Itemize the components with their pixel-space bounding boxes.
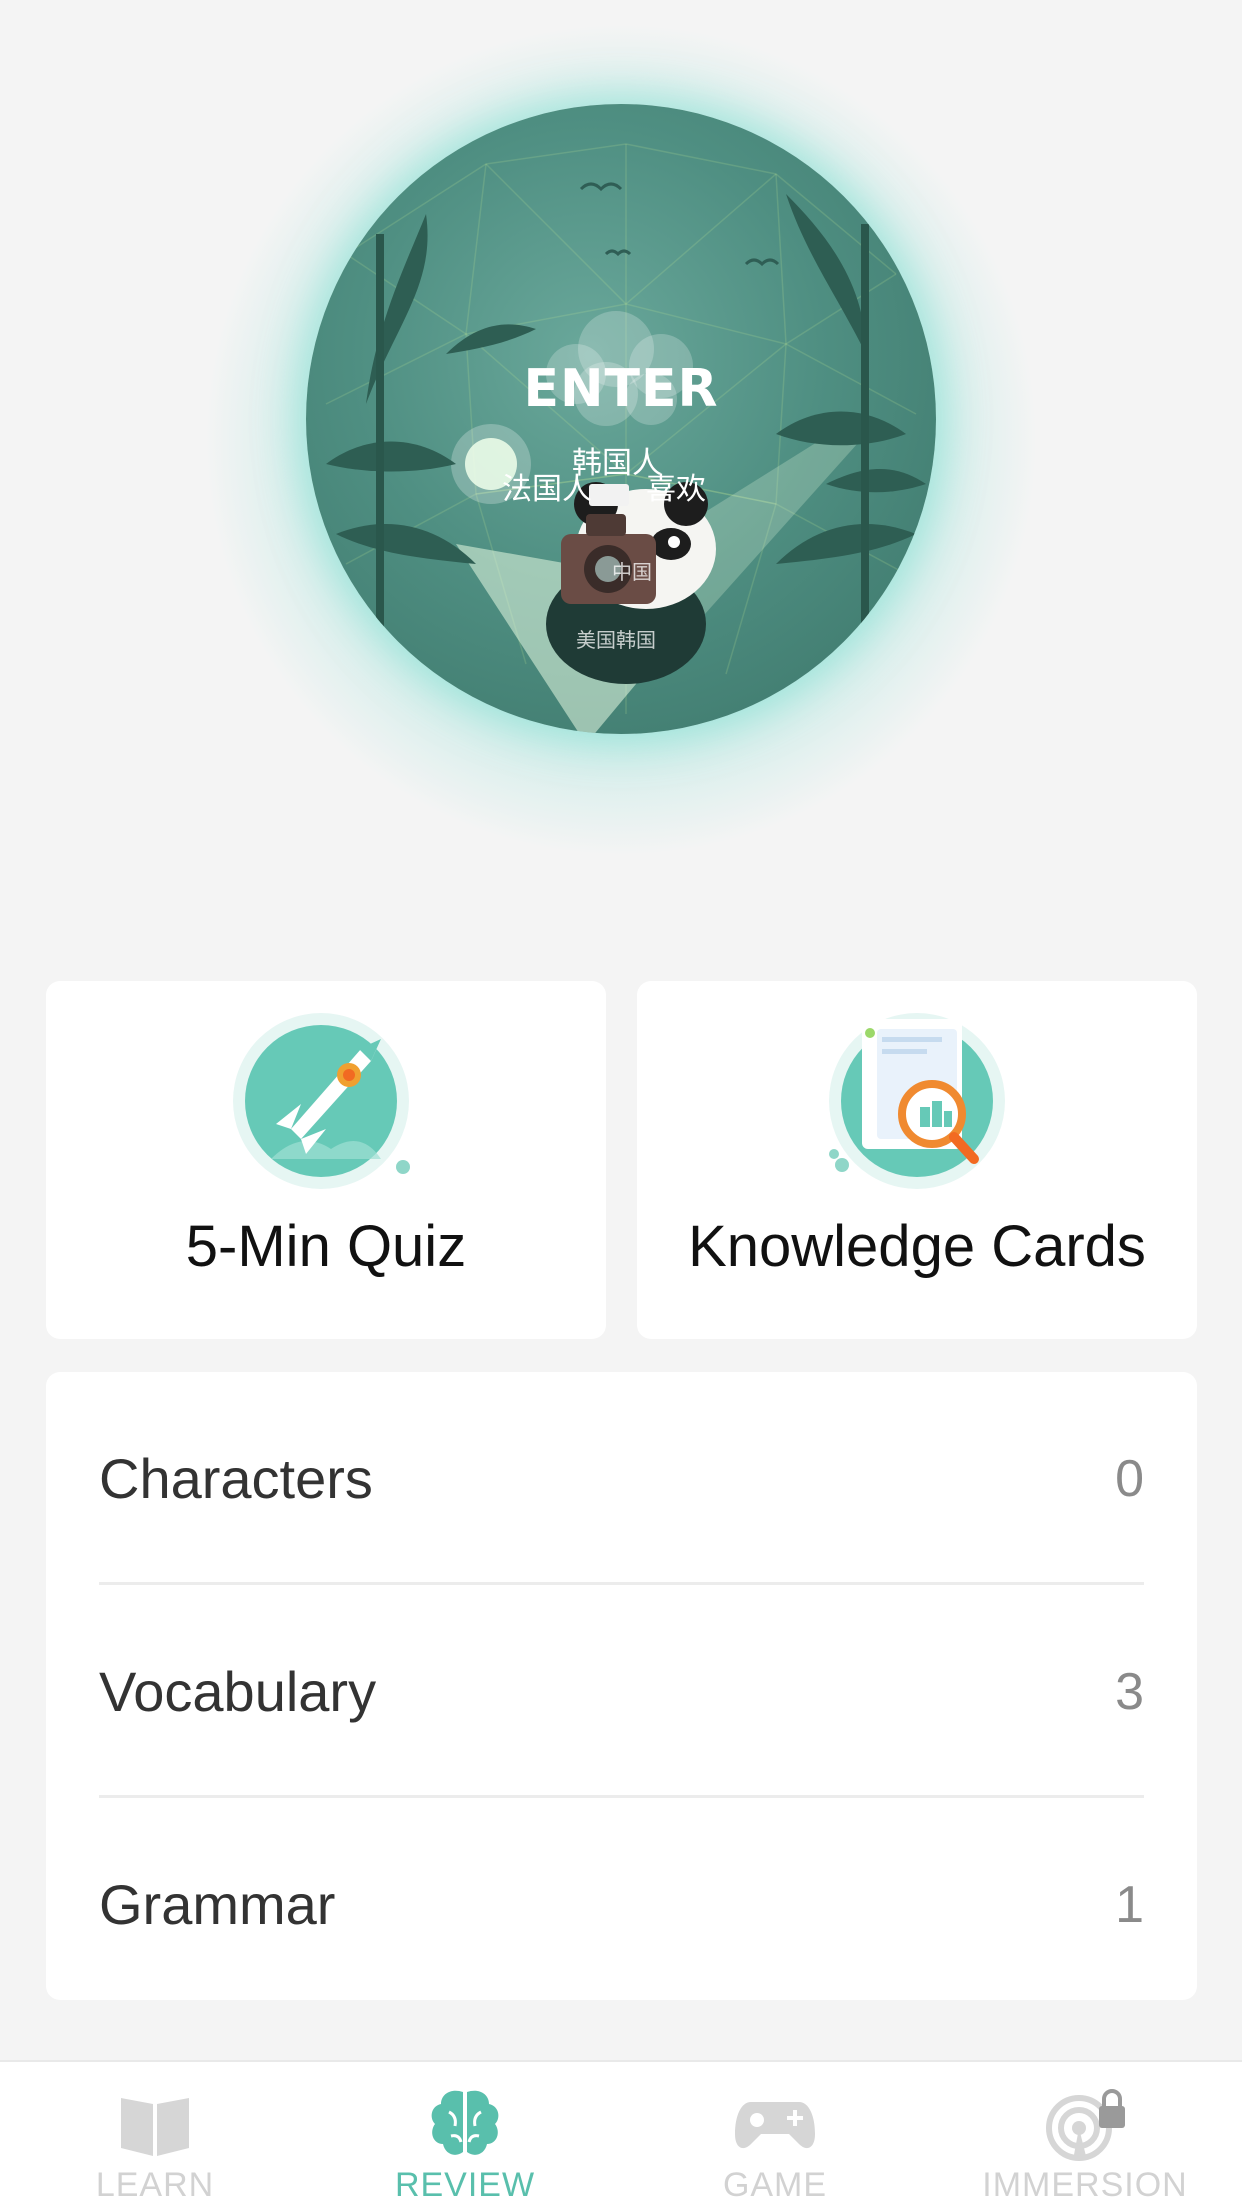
row-label: Grammar: [99, 1873, 336, 1936]
floating-word: 美国韩国: [576, 628, 656, 652]
tab-label: LEARN: [95, 2166, 215, 2204]
brain-icon: [431, 2090, 499, 2155]
row-count: 0: [1115, 1449, 1144, 1508]
rocket-icon: [233, 1013, 410, 1189]
bottom-tab-bar: LEARN REVIEW GAME IMMERSION: [0, 2060, 1242, 2208]
book-icon: [121, 2098, 189, 2156]
row-label: Vocabulary: [99, 1660, 377, 1723]
five-min-quiz-card[interactable]: 5-Min Quiz: [46, 981, 606, 1339]
list-item-grammar[interactable]: Grammar 1: [99, 1798, 1144, 2011]
radar-lock-icon: [1046, 2089, 1125, 2161]
tab-review[interactable]: REVIEW: [310, 2062, 620, 2208]
tab-label: GAME: [722, 2166, 828, 2204]
lock-icon: [1099, 2106, 1125, 2128]
tab-immersion[interactable]: IMMERSION: [930, 2062, 1240, 2208]
hero-section: ENTER 韩国人 法国人 喜欢 中国 美国韩国: [0, 0, 1242, 900]
row-label: Characters: [99, 1447, 373, 1510]
magnifier-card-icon: [829, 1013, 1005, 1189]
knowledge-cards-label: Knowledge Cards: [688, 1214, 1146, 1279]
row-count: 3: [1115, 1662, 1144, 1721]
list-item-characters[interactable]: Characters 0: [99, 1372, 1144, 1585]
tab-label: REVIEW: [394, 2166, 536, 2204]
row-count: 1: [1115, 1875, 1144, 1934]
knowledge-cards-card[interactable]: Knowledge Cards: [637, 981, 1197, 1339]
tab-label: IMMERSION: [982, 2166, 1188, 2204]
five-min-quiz-label: 5-Min Quiz: [185, 1214, 467, 1279]
tab-game[interactable]: GAME: [620, 2062, 930, 2208]
gamepad-icon: [735, 2102, 815, 2149]
floating-word: 法国人: [502, 472, 592, 507]
review-screen: ENTER 韩国人 法国人 喜欢 中国 美国韩国 5-Min Quiz Know…: [0, 0, 1242, 2208]
review-category-list: Characters 0 Vocabulary 3 Grammar 1: [46, 1372, 1197, 2000]
floating-word: 中国: [612, 560, 652, 584]
list-item-vocabulary[interactable]: Vocabulary 3: [99, 1585, 1144, 1798]
enter-globe-button[interactable]: ENTER 韩国人 法国人 喜欢 中国 美国韩国: [306, 104, 936, 734]
floating-word: 喜欢: [646, 472, 706, 507]
tab-learn[interactable]: LEARN: [0, 2062, 310, 2208]
enter-label: ENTER: [523, 359, 719, 419]
